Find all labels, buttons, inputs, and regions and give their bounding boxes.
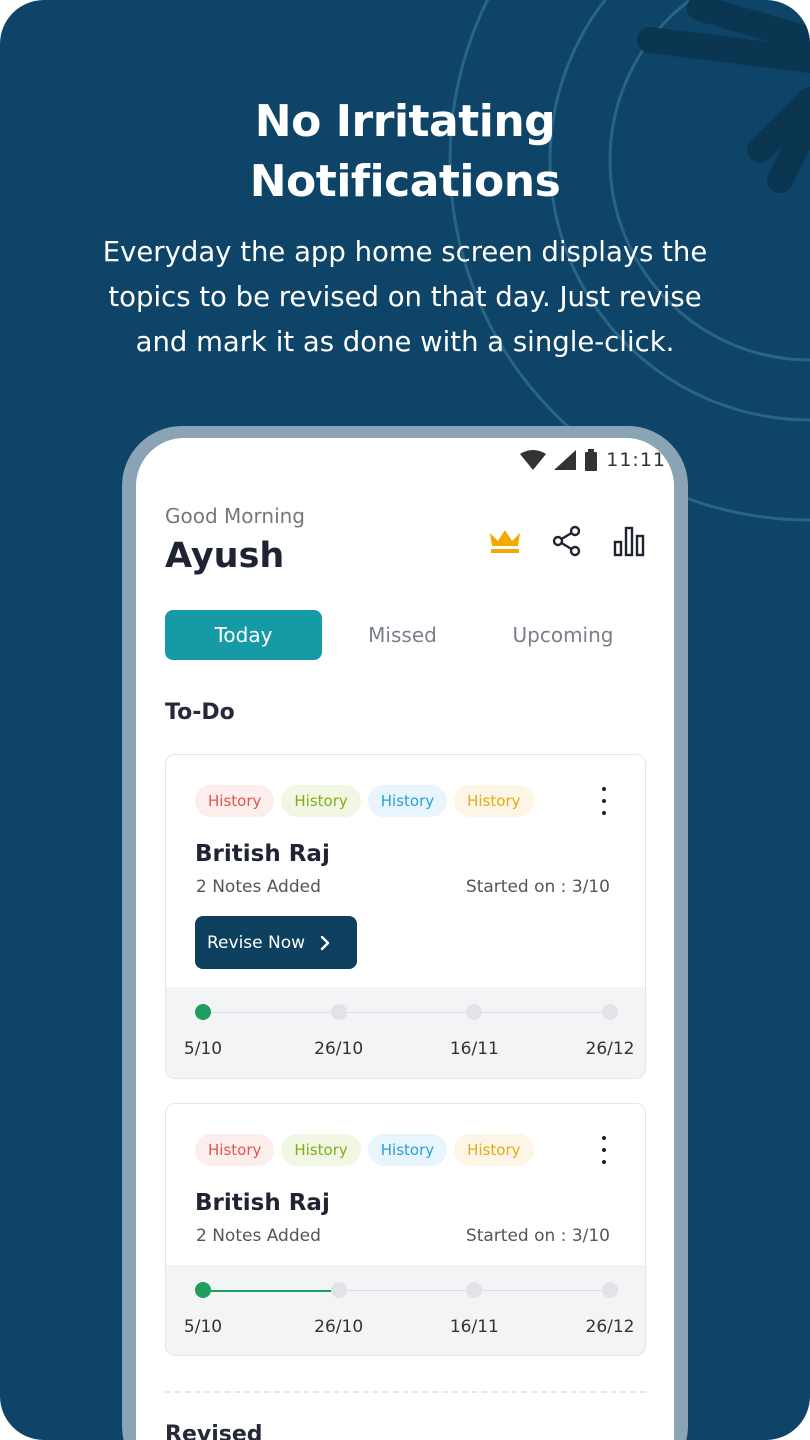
- subhead-line-2: topics to be revised on that day. Just r…: [108, 281, 702, 313]
- chevron-right-icon: [320, 935, 330, 950]
- tag-chip[interactable]: History: [281, 785, 361, 817]
- timeline-date: 16/11: [449, 1317, 499, 1337]
- revision-timeline: 5/10 26/10 16/11 26/12: [166, 1265, 645, 1355]
- started-date: Started on : 3/10: [465, 1226, 610, 1246]
- share-icon[interactable]: [550, 524, 584, 558]
- more-options-icon[interactable]: [599, 787, 609, 815]
- battery-icon: [585, 449, 598, 471]
- subhead-line-1: Everyday the app home screen displays th…: [102, 236, 708, 268]
- tag-chip[interactable]: History: [195, 785, 275, 817]
- revision-timeline: 5/10 26/10 16/11 26/12: [166, 987, 645, 1078]
- headline-line-2: Notifications: [249, 156, 561, 207]
- tag-chip[interactable]: History: [367, 1134, 448, 1166]
- header-actions: [488, 524, 646, 558]
- notes-count: 2 Notes Added: [196, 1226, 321, 1246]
- timeline-dot: [602, 1282, 618, 1298]
- signal-icon: [554, 450, 577, 470]
- stats-icon[interactable]: [612, 524, 646, 558]
- timeline-date: 5/10: [183, 1039, 223, 1059]
- todo-section-title: To-Do: [165, 700, 235, 725]
- tab-missed[interactable]: Missed: [325, 610, 480, 660]
- timeline-dot: [330, 1282, 347, 1298]
- subhead-line-3: and mark it as done with a single-click.: [135, 326, 675, 358]
- timeline-dot: [195, 1282, 211, 1298]
- greeting: Good Morning: [165, 504, 305, 528]
- wifi-icon: [520, 450, 547, 470]
- status-bar: 11:11: [520, 444, 666, 476]
- headline-line-1: No Irritating: [254, 96, 556, 147]
- status-time: 11:11: [606, 449, 666, 471]
- headline: No Irritating Notifications: [0, 92, 810, 212]
- timeline-date: 5/10: [183, 1317, 223, 1337]
- subhead: Everyday the app home screen displays th…: [60, 230, 750, 365]
- crown-icon[interactable]: [488, 524, 522, 558]
- tag-chip[interactable]: History: [367, 785, 448, 817]
- timeline-dot: [466, 1282, 483, 1298]
- timeline-dot: [195, 1004, 211, 1020]
- tag-chip[interactable]: History: [454, 785, 534, 817]
- tab-upcoming[interactable]: Upcoming: [483, 610, 643, 660]
- topic-title: British Raj: [195, 841, 330, 867]
- timeline-dot: [602, 1004, 618, 1020]
- started-date: Started on : 3/10: [465, 877, 610, 897]
- section-divider: [165, 1391, 646, 1393]
- revise-now-button[interactable]: Revise Now: [195, 916, 357, 969]
- timeline-track: [203, 1012, 609, 1013]
- timeline-dot: [466, 1004, 483, 1020]
- timeline-date: 26/12: [585, 1317, 635, 1337]
- tag-chip[interactable]: History: [454, 1134, 534, 1166]
- timeline-date: 26/12: [585, 1039, 635, 1059]
- revise-now-label: Revise Now: [207, 932, 306, 953]
- phone-screen: 11:11 Good Morning Ayush Today Missed Up…: [136, 438, 674, 1440]
- timeline-progress: [203, 1290, 338, 1292]
- notes-count: 2 Notes Added: [196, 877, 321, 897]
- revised-section-title: Revised: [165, 1422, 263, 1440]
- more-options-icon[interactable]: [599, 1136, 609, 1164]
- tag-chip[interactable]: History: [195, 1134, 275, 1166]
- user-name: Ayush: [165, 536, 285, 576]
- timeline-date: 26/10: [314, 1317, 364, 1337]
- tab-today[interactable]: Today: [165, 610, 322, 660]
- tag-list: History History History History: [195, 785, 534, 817]
- promo-screen: No Irritating Notifications Everyday the…: [0, 0, 810, 1440]
- tag-chip[interactable]: History: [281, 1134, 361, 1166]
- timeline-dot: [330, 1004, 347, 1020]
- topic-card[interactable]: History History History History British …: [165, 754, 646, 1079]
- timeline-date: 16/11: [449, 1039, 499, 1059]
- tag-list: History History History History: [195, 1134, 534, 1166]
- topic-title: British Raj: [195, 1190, 330, 1216]
- timeline-date: 26/10: [314, 1039, 364, 1059]
- topic-card[interactable]: History History History History British …: [165, 1103, 646, 1356]
- tab-bar: Today Missed Upcoming: [165, 610, 645, 660]
